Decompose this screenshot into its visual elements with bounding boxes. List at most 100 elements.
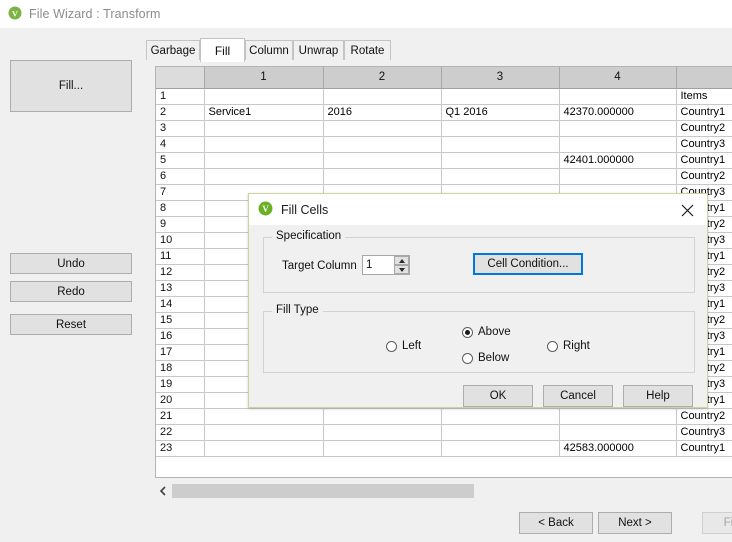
grid-cell[interactable]: Country2 [676, 408, 732, 424]
table-row[interactable]: 1 Items [156, 88, 732, 104]
grid-row-number[interactable]: 16 [156, 328, 204, 344]
scrollbar-thumb[interactable] [172, 484, 474, 498]
grid-cell[interactable]: Country1 [676, 104, 732, 120]
radio-fill-below[interactable]: Below [462, 352, 509, 364]
grid-cell[interactable] [441, 152, 559, 168]
grid-cell[interactable] [204, 424, 323, 440]
grid-cell[interactable] [323, 152, 441, 168]
grid-cell[interactable]: Country2 [676, 120, 732, 136]
table-row[interactable]: 2Service12016Q1 201642370.000000Country1 [156, 104, 732, 120]
grid-cell[interactable]: Service1 [204, 104, 323, 120]
grid-column-header-2[interactable]: 2 [323, 67, 441, 88]
reset-button[interactable]: Reset [10, 314, 132, 335]
grid-cell[interactable] [204, 408, 323, 424]
grid-cell[interactable]: Country3 [676, 136, 732, 152]
grid-row-number[interactable]: 19 [156, 376, 204, 392]
redo-button[interactable]: Redo [10, 281, 132, 302]
grid-cell[interactable] [559, 136, 676, 152]
grid-cell[interactable]: 2016 [323, 104, 441, 120]
radio-fill-right[interactable]: Right [547, 340, 590, 352]
table-row[interactable]: 21 Country2 [156, 408, 732, 424]
stepper-down-icon[interactable] [394, 265, 409, 274]
grid-row-number[interactable]: 22 [156, 424, 204, 440]
table-row[interactable]: 2342583.000000Country1 [156, 440, 732, 456]
grid-row-number[interactable]: 21 [156, 408, 204, 424]
grid-cell[interactable] [441, 120, 559, 136]
table-row[interactable]: 5 42401.000000Country1 [156, 152, 732, 168]
grid-column-header-3[interactable]: 3 [441, 67, 559, 88]
grid-corner-cell[interactable] [156, 67, 204, 88]
grid-row-number[interactable]: 2 [156, 104, 204, 120]
tab-column[interactable]: Column [245, 40, 293, 60]
grid-cell[interactable] [323, 168, 441, 184]
grid-cell[interactable] [441, 408, 559, 424]
back-button[interactable]: < Back [519, 512, 593, 534]
table-row[interactable]: 3 Country2 [156, 120, 732, 136]
grid-cell[interactable] [323, 120, 441, 136]
grid-cell[interactable]: Q1 2016 [441, 104, 559, 120]
tab-garbage[interactable]: Garbage [146, 40, 200, 60]
grid-row-number[interactable]: 17 [156, 344, 204, 360]
scrollbar-track[interactable] [474, 484, 732, 498]
grid-cell[interactable]: Country2 [676, 168, 732, 184]
grid-cell[interactable]: 42583.000000 [559, 440, 676, 456]
next-button[interactable]: Next > [598, 512, 672, 534]
grid-column-header-5[interactable] [676, 67, 732, 88]
tab-unwrap[interactable]: Unwrap [293, 40, 344, 60]
target-column-input[interactable] [363, 256, 394, 274]
grid-cell[interactable] [441, 440, 559, 456]
grid-row-number[interactable]: 6 [156, 168, 204, 184]
table-row[interactable]: 4 Country3 [156, 136, 732, 152]
grid-row-number[interactable]: 14 [156, 296, 204, 312]
target-column-stepper[interactable] [362, 255, 410, 275]
chevron-left-icon[interactable] [155, 483, 171, 499]
grid-cell[interactable]: Items [676, 88, 732, 104]
fill-button[interactable]: Fill... [10, 60, 132, 112]
grid-cell[interactable]: Country1 [676, 152, 732, 168]
grid-cell[interactable] [323, 136, 441, 152]
grid-cell[interactable] [204, 168, 323, 184]
grid-row-number[interactable]: 20 [156, 392, 204, 408]
table-row[interactable]: 6 Country2 [156, 168, 732, 184]
help-button[interactable]: Help [623, 385, 693, 407]
grid-cell[interactable] [323, 440, 441, 456]
grid-cell[interactable]: Country1 [676, 440, 732, 456]
grid-row-number[interactable]: 4 [156, 136, 204, 152]
grid-cell[interactable]: 42401.000000 [559, 152, 676, 168]
grid-horizontal-scrollbar[interactable] [155, 483, 732, 499]
grid-row-number[interactable]: 13 [156, 280, 204, 296]
grid-row-number[interactable]: 7 [156, 184, 204, 200]
tab-fill[interactable]: Fill [200, 38, 245, 62]
ok-button[interactable]: OK [463, 385, 533, 407]
grid-cell[interactable]: 42370.000000 [559, 104, 676, 120]
grid-cell[interactable] [559, 168, 676, 184]
grid-row-number[interactable]: 3 [156, 120, 204, 136]
grid-row-number[interactable]: 10 [156, 232, 204, 248]
grid-cell[interactable] [441, 424, 559, 440]
grid-column-header-1[interactable]: 1 [204, 67, 323, 88]
grid-cell[interactable] [559, 88, 676, 104]
grid-cell[interactable] [559, 408, 676, 424]
grid-cell[interactable] [323, 424, 441, 440]
grid-row-number[interactable]: 8 [156, 200, 204, 216]
close-icon[interactable] [673, 198, 701, 222]
grid-row-number[interactable]: 5 [156, 152, 204, 168]
grid-cell[interactable] [441, 136, 559, 152]
grid-cell[interactable] [559, 424, 676, 440]
stepper-up-icon[interactable] [394, 256, 409, 265]
grid-row-number[interactable]: 1 [156, 88, 204, 104]
grid-cell[interactable] [323, 408, 441, 424]
cancel-button[interactable]: Cancel [543, 385, 613, 407]
radio-fill-above[interactable]: Above [462, 326, 511, 338]
grid-cell[interactable] [204, 120, 323, 136]
grid-row-number[interactable]: 9 [156, 216, 204, 232]
grid-cell[interactable] [441, 168, 559, 184]
grid-cell[interactable] [559, 120, 676, 136]
grid-row-number[interactable]: 11 [156, 248, 204, 264]
table-row[interactable]: 22Country3 [156, 424, 732, 440]
grid-cell[interactable] [204, 440, 323, 456]
grid-cell[interactable] [204, 88, 323, 104]
undo-button[interactable]: Undo [10, 253, 132, 274]
cell-condition-button[interactable]: Cell Condition... [473, 253, 583, 275]
grid-row-number[interactable]: 15 [156, 312, 204, 328]
